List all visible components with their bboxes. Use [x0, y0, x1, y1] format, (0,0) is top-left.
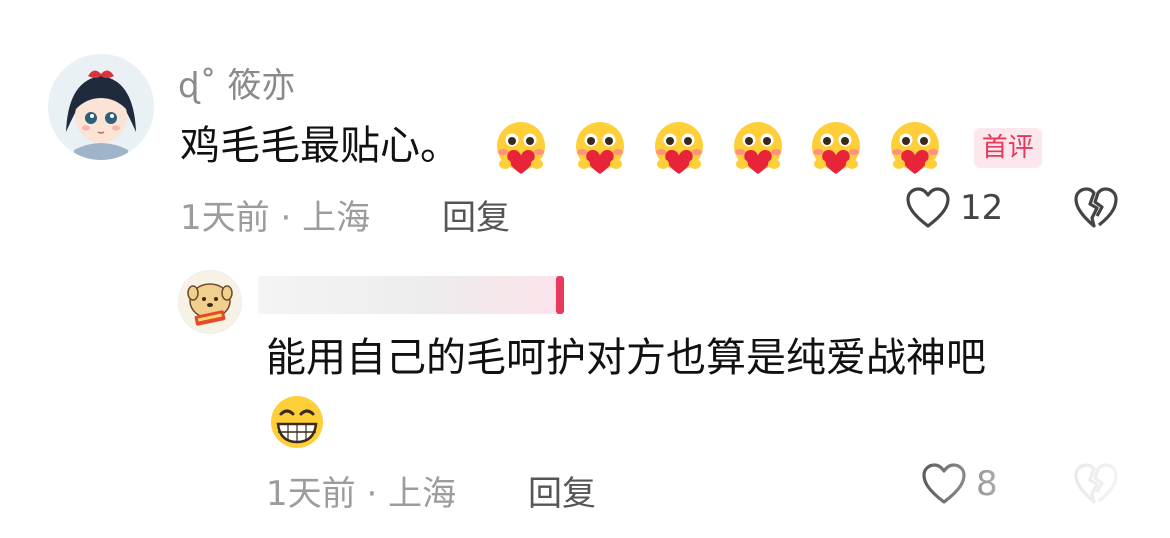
first-comment-badge: 首评 — [973, 128, 1042, 168]
reply-dislike-button[interactable] — [1072, 462, 1120, 510]
reply-reply-button[interactable]: 回复 — [528, 466, 596, 515]
heart-hug-emoji-icon — [812, 122, 861, 174]
reply-text-content: 能用自己的毛呵护对方也算是纯爱战神吧 — [266, 335, 986, 381]
heart-outline-icon — [922, 463, 966, 504]
heart-outline-icon — [906, 187, 950, 228]
comment-text-content: 鸡毛毛最贴心。 — [180, 123, 460, 169]
reply-time: 1天前 — [266, 474, 356, 514]
heart-hug-emoji-icon — [891, 122, 940, 174]
broken-heart-icon — [1074, 463, 1118, 504]
comment-location: 上海 — [302, 198, 371, 238]
heart-hug-emoji-icon — [733, 122, 782, 174]
reply-like-count: 8 — [976, 464, 998, 504]
user-avatar[interactable] — [48, 54, 154, 160]
like-count: 12 — [960, 188, 1004, 228]
meta-separator: · — [280, 198, 292, 238]
meta-separator: · — [366, 474, 378, 514]
comment-item: ɖ˚ 筱亦 鸡毛毛最贴心。 首评 1天前 · 上海 回复 12 — [0, 0, 1170, 250]
reply-item: 能用自己的毛呵护对方也算是纯爱战神吧 1天前 · 上海 回复 8 — [0, 250, 1170, 538]
reply-user-avatar[interactable] — [178, 270, 242, 334]
comment-text: 鸡毛毛最贴心。 首评 — [180, 120, 1042, 176]
heart-hug-emoji-icon — [654, 122, 703, 174]
heart-hug-emoji-icon — [576, 122, 625, 174]
avatar-anime-girl-image — [48, 54, 154, 160]
reply-like-button[interactable]: 8 — [920, 462, 998, 506]
dislike-button[interactable] — [1072, 186, 1120, 234]
comment-meta: 1天前 · 上海 — [180, 190, 370, 239]
reply-username-redacted[interactable] — [258, 276, 564, 314]
reply-button[interactable]: 回复 — [442, 190, 510, 239]
like-button[interactable]: 12 — [904, 186, 1003, 230]
reply-emoji-row — [266, 394, 328, 454]
reply-location: 上海 — [388, 474, 457, 514]
avatar-dog-image — [179, 271, 241, 333]
grin-emoji-icon — [271, 396, 323, 448]
comment-time: 1天前 — [180, 198, 270, 238]
broken-heart-icon — [1074, 187, 1118, 228]
reply-text: 能用自己的毛呵护对方也算是纯爱战神吧 — [266, 334, 986, 382]
username[interactable]: ɖ˚ 筱亦 — [178, 58, 295, 107]
reply-meta: 1天前 · 上海 — [266, 466, 456, 515]
heart-hug-emoji-icon — [497, 122, 546, 174]
